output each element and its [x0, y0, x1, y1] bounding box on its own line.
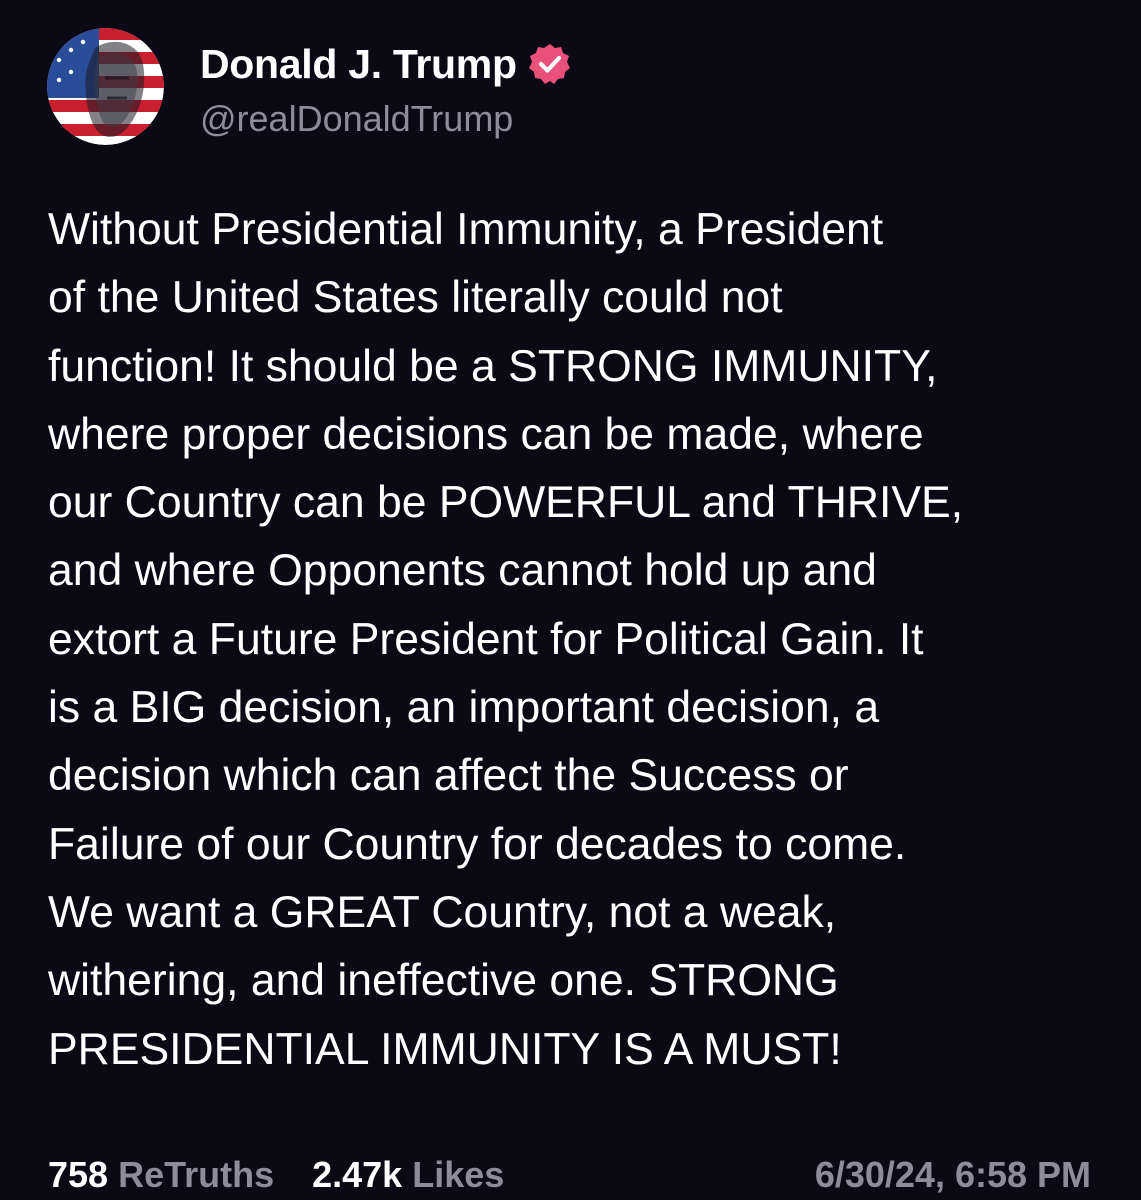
post-line: and where Opponents cannot hold up and [48, 546, 877, 596]
post-timestamp[interactable]: 6/30/24, 6:58 PM [815, 1150, 1091, 1200]
verified-badge-icon [528, 43, 571, 85]
post-card: Donald J. Trump @realDonaldTrump Without… [0, 0, 1141, 1200]
retruths-label: ReTruths [118, 1154, 275, 1195]
post-line: Failure of our Country for decades to co… [48, 819, 907, 869]
author-handle[interactable]: @realDonaldTrump [200, 98, 513, 140]
flag-portrait-avatar-icon [47, 28, 164, 145]
post-line: withering, and ineffective one. STRONG [48, 956, 839, 1006]
likes-stat[interactable]: 2.47k Likes [312, 1154, 504, 1196]
author-avatar[interactable] [47, 28, 164, 145]
author-display-name[interactable]: Donald J. Trump [200, 41, 517, 88]
post-line: our Country can be POWERFUL and THRIVE, [48, 478, 964, 528]
likes-count: 2.47k [312, 1154, 403, 1195]
post-line: decision which can affect the Success or [48, 751, 849, 801]
post-body: Without Presidential Immunity, a Preside… [48, 196, 1113, 1084]
post-line: of the United States literally could not [48, 273, 783, 323]
post-line: function! It should be a STRONG IMMUNITY… [48, 341, 938, 391]
post-line: is a BIG decision, an important decision… [48, 683, 880, 733]
post-line: extort a Future President for Political … [48, 614, 924, 664]
post-line: Without Presidential Immunity, a Preside… [48, 205, 884, 254]
likes-label: Likes [412, 1154, 505, 1195]
author-name-row: Donald J. Trump [200, 38, 571, 90]
post-line: PRESIDENTIAL IMMUNITY IS A MUST! [48, 1024, 842, 1074]
post-line: We want a GREAT Country, not a weak, [48, 887, 837, 937]
retruths-stat[interactable]: 758 ReTruths [48, 1154, 274, 1196]
post-line: where proper decisions can be made, wher… [48, 409, 924, 459]
retruths-count: 758 [48, 1154, 109, 1195]
post-stats: 758 ReTruths 2.47k Likes [48, 1150, 542, 1200]
